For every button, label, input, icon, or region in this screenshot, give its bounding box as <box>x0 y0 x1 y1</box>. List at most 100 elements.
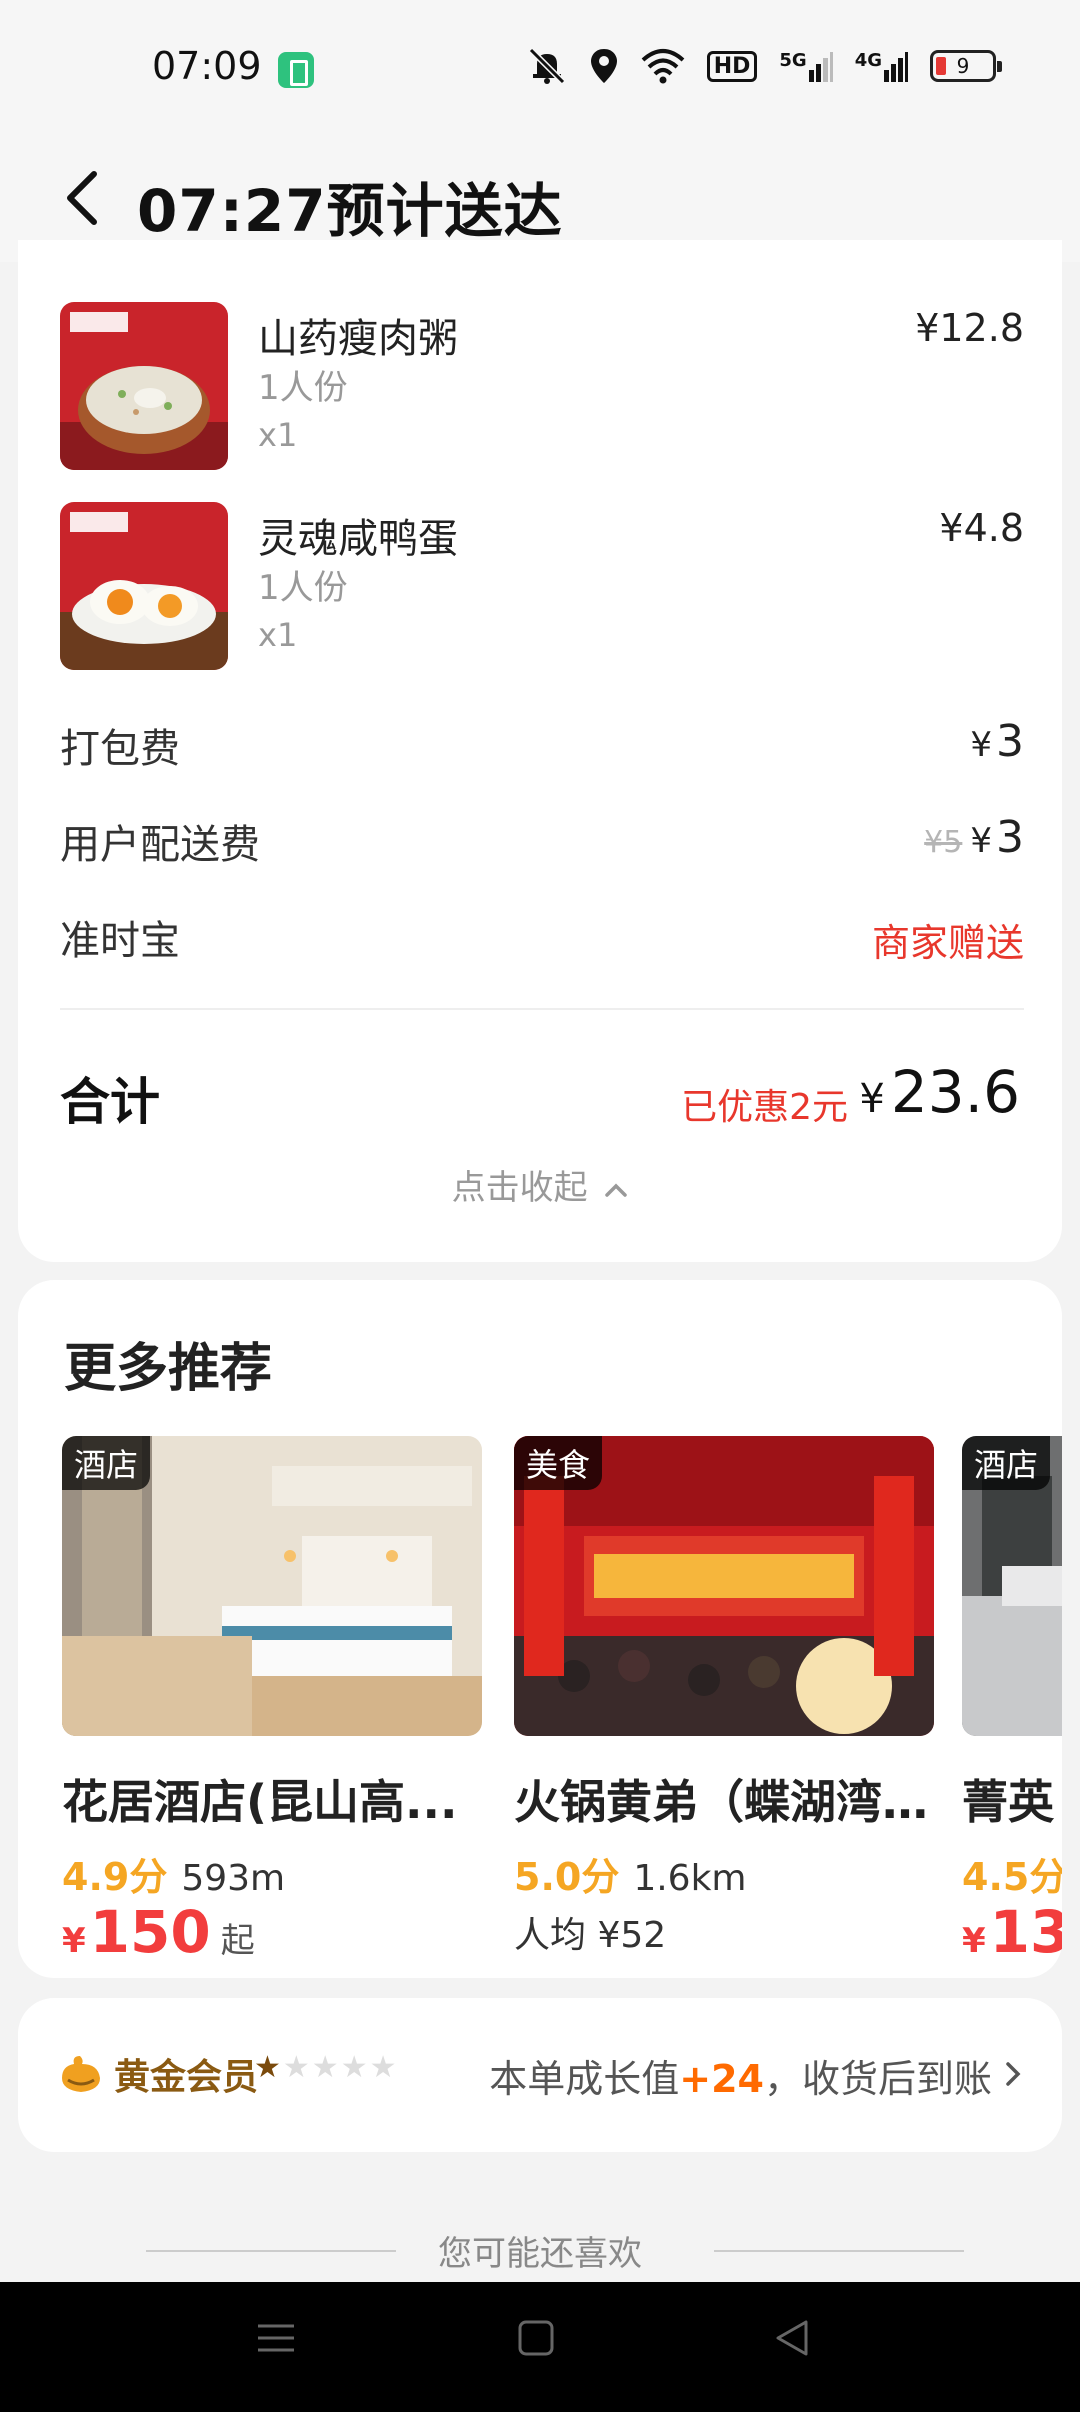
net-5g-label: 5G <box>779 50 807 71</box>
star-on: ★ <box>254 2050 283 2085</box>
item-quantity: x1 <box>258 616 298 654</box>
delivery-fee-label: 用户配送费 <box>60 822 260 868</box>
score-value: 4.5分 <box>962 1855 1062 1899</box>
recommend-name: 菁英 <box>962 1775 1054 1829</box>
recommend-item[interactable]: 美食 火锅黄弟（蝶湖湾... 5.0分 1.6km 人均 ¥52 <box>514 1436 934 1956</box>
net-4g-label: 4G <box>854 50 882 71</box>
item-price: ¥4.8 <box>939 506 1024 550</box>
currency-symbol: ¥ <box>970 821 992 861</box>
item-spec: 1人份 <box>258 368 348 408</box>
delivery-fee-original: ¥5 <box>924 825 963 860</box>
total-label: 合计 <box>60 1073 160 1131</box>
member-level: 黄金会员 <box>114 2057 259 2098</box>
status-icons: HD 5G 4G 9 <box>527 46 1002 86</box>
location-icon <box>590 49 617 83</box>
order-item[interactable]: 山药瘦肉粥 1人份 x1 ¥12.8 <box>60 302 1024 472</box>
status-time: 07:09 <box>152 44 262 88</box>
status-bar: 07:09 HD 5G 4G 9 <box>0 0 1080 130</box>
signal-5g: 5G <box>779 50 833 82</box>
growth-prefix: 本单成长值 <box>489 2057 680 2101</box>
recommend-price: ¥150 起 <box>62 1898 255 1966</box>
item-spec: 1人份 <box>258 568 348 608</box>
recommend-price: ¥13 <box>962 1898 1062 1956</box>
battery-indicator: 9 <box>930 50 1002 82</box>
hd-indicator: HD <box>706 50 758 82</box>
recommend-title: 更多推荐 <box>64 1339 273 1399</box>
item-quantity: x1 <box>258 416 298 454</box>
recommend-card: 更多推荐 酒店 花居酒店(昆山高... 4.9分 593m ¥150 起 美食 … <box>18 1280 1062 1978</box>
category-tag: 酒店 <box>62 1436 151 1490</box>
packing-fee-label: 打包费 <box>60 726 180 772</box>
porridge-image <box>60 302 228 470</box>
distance: 1.6km <box>633 1858 747 1899</box>
score-value: 4.9分 <box>62 1855 168 1899</box>
item-price: ¥12.8 <box>915 306 1024 350</box>
salted-egg-image <box>60 502 228 670</box>
category-tag: 美食 <box>514 1436 603 1490</box>
total-amount: ¥23.6 <box>859 1058 1020 1126</box>
recommend-score: 4.5分 <box>962 1846 1062 1901</box>
ontime-row: 准时宝 商家赠送 <box>60 908 1024 968</box>
packing-fee-value: ¥3 <box>970 716 1024 767</box>
wifi-icon <box>641 49 685 84</box>
page-title: 07:27预计送达 <box>137 177 563 245</box>
price-value: 150 <box>89 1898 211 1966</box>
ontime-gift: 商家赠送 <box>871 921 1024 965</box>
signal-4g-icon <box>884 52 908 82</box>
recommend-item[interactable]: 酒店 花居酒店(昆山高... 4.9分 593m ¥150 起 <box>62 1436 482 1966</box>
member-badge-icon <box>62 2056 100 2092</box>
packing-fee-amount: 3 <box>996 716 1024 767</box>
total-amount-value: 23.6 <box>890 1058 1020 1126</box>
delivery-fee-value: ¥5 ¥3 <box>924 812 1024 863</box>
growth-suffix: ，收货后到账 <box>763 2057 992 2101</box>
signal-4g: 4G <box>855 50 908 82</box>
mute-icon <box>528 47 565 85</box>
star-off: ★★★★ <box>282 2050 399 2085</box>
divider <box>60 1008 1024 1010</box>
home-icon[interactable] <box>516 2318 556 2358</box>
item-thumbnail <box>60 502 228 670</box>
item-thumbnail <box>60 302 228 470</box>
item-name: 灵魂咸鸭蛋 <box>258 516 458 562</box>
recommend-name: 火锅黄弟（蝶湖湾... <box>514 1775 934 1829</box>
delivery-fee-amount: 3 <box>996 812 1024 863</box>
order-detail-card: 山药瘦肉粥 1人份 x1 ¥12.8 灵魂咸鸭蛋 1人份 x1 ¥4.8 打包费… <box>18 240 1062 1262</box>
order-item[interactable]: 灵魂咸鸭蛋 1人份 x1 ¥4.8 <box>60 502 1024 672</box>
score-value: 5.0分 <box>514 1855 620 1899</box>
navigation-bar <box>0 2282 1080 2412</box>
recommend-image: 酒店 <box>62 1436 482 1736</box>
currency-symbol: ¥ <box>962 1921 986 1956</box>
total-discount: 已优惠2元 <box>681 1087 848 1128</box>
ontime-label: 准时宝 <box>60 918 180 964</box>
average-price: 人均 ¥52 <box>514 1915 667 1956</box>
recommend-image: 酒店 <box>962 1436 1062 1736</box>
back-icon[interactable] <box>56 166 116 230</box>
currency-symbol: ¥ <box>859 1076 885 1122</box>
recommend-item[interactable]: 酒店 菁英 4.5分 ¥13 <box>962 1436 1062 1956</box>
distance: 593m <box>181 1858 286 1899</box>
collapse-button[interactable]: 点击收起 <box>18 1160 1062 1209</box>
growth-info: 本单成长值+24，收货后到账 <box>489 2048 992 2103</box>
chevron-up-icon <box>605 1183 628 1197</box>
collapse-label: 点击收起 <box>451 1168 588 1208</box>
price-value: 13 <box>989 1898 1062 1956</box>
recommend-score: 4.9分 593m <box>62 1846 285 1901</box>
recommend-name: 花居酒店(昆山高... <box>62 1775 458 1829</box>
member-card[interactable]: 黄金会员 ★★★★★ 本单成长值+24，收货后到账 <box>18 1998 1062 2152</box>
delivery-fee-row: 用户配送费 ¥5 ¥3 <box>60 812 1024 872</box>
packing-fee-row: 打包费 ¥3 <box>60 716 1024 776</box>
member-stars: ★★★★★ <box>254 2050 398 2085</box>
item-name: 山药瘦肉粥 <box>258 316 458 362</box>
chevron-right-icon <box>1006 2062 1021 2086</box>
growth-points: +24 <box>679 2057 764 2101</box>
currency-symbol: ¥ <box>62 1921 86 1961</box>
currency-symbol: ¥ <box>970 725 992 765</box>
you-may-like-label: 您可能还喜欢 <box>438 2234 642 2274</box>
recommend-score: 5.0分 1.6km <box>514 1846 747 1901</box>
battery-saver-icon <box>278 52 314 88</box>
category-tag: 酒店 <box>962 1436 1051 1490</box>
price-unit: 起 <box>220 1921 255 1961</box>
back-nav-icon[interactable] <box>772 2318 812 2358</box>
menu-icon[interactable] <box>256 2318 296 2358</box>
signal-5g-icon <box>808 52 833 82</box>
